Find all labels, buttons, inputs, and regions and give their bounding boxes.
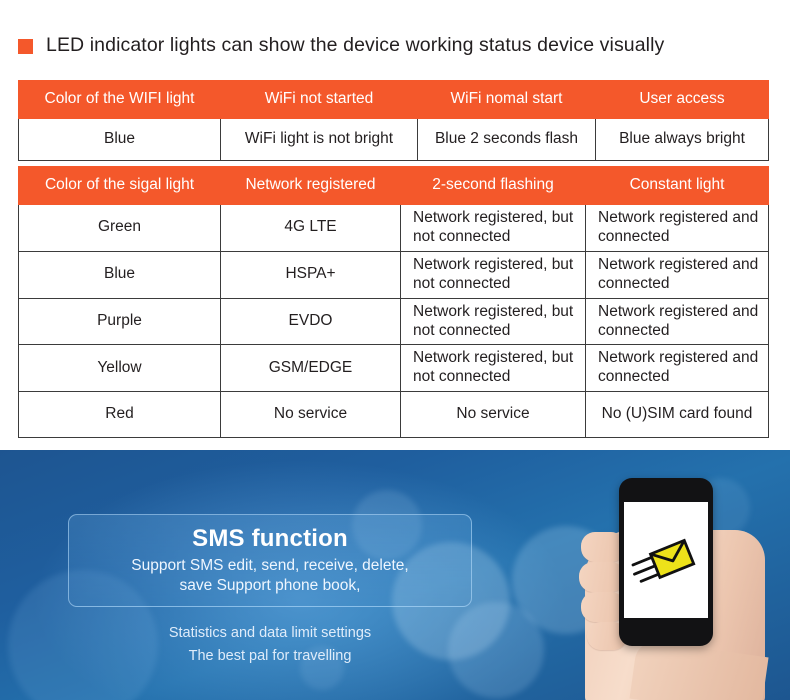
table-header-row: Color of the sigal light Network registe…	[18, 166, 769, 205]
cell-flashing: Network registered, but not connected	[400, 250, 586, 299]
cell-constant: Network registered and connected	[585, 344, 769, 393]
column-header-constant-light: Constant light	[585, 166, 769, 205]
section-heading: LED indicator lights can show the device…	[18, 34, 664, 57]
wifi-indicator-table: Color of the WIFI light WiFi not started…	[18, 80, 769, 161]
table-row: Blue WiFi light is not bright Blue 2 sec…	[18, 118, 769, 161]
cell-flashing: Network registered, but not connected	[400, 204, 586, 252]
column-header-network-registered: Network registered	[220, 166, 401, 205]
column-header-not-started: WiFi not started	[220, 80, 418, 119]
cell-normal-start: Blue 2 seconds flash	[417, 118, 596, 161]
page-title: LED indicator lights can show the device…	[46, 34, 665, 56]
column-header-signal-color: Color of the sigal light	[18, 166, 221, 205]
column-header-flashing: 2-second flashing	[400, 166, 586, 205]
column-header-user-access: User access	[595, 80, 769, 119]
cell-color: Green	[18, 204, 221, 252]
sms-feature-box: SMS function Support SMS edit, send, rec…	[68, 514, 472, 607]
column-header-wifi-color: Color of the WIFI light	[18, 80, 221, 119]
table-header-row: Color of the WIFI light WiFi not started…	[18, 80, 769, 119]
hand-holding-phone-illustration	[575, 478, 790, 700]
banner-footer-text: Statistics and data limit settings The b…	[68, 622, 472, 669]
sms-feature-desc-line1: Support SMS edit, send, receive, delete,	[131, 557, 409, 575]
cell-network: EVDO	[220, 297, 401, 346]
signal-indicator-table: Color of the sigal light Network registe…	[18, 166, 769, 439]
cell-constant: Network registered and connected	[585, 297, 769, 346]
table-row: Yellow GSM/EDGE Network registered, but …	[18, 344, 769, 393]
sms-feature-desc-line2: save Support phone book,	[179, 577, 361, 594]
banner-footer-line1: Statistics and data limit settings	[168, 625, 372, 641]
banner-footer-line2: The best pal for travelling	[188, 648, 352, 665]
cell-flashing: No service	[400, 391, 586, 439]
bullet-square-icon	[18, 39, 33, 54]
table-row: Red No service No service No (U)SIM card…	[18, 391, 769, 439]
envelope-icon	[631, 538, 696, 583]
sms-feature-title: SMS function	[192, 525, 348, 553]
cell-color: Blue	[18, 118, 221, 161]
table-row: Green 4G LTE Network registered, but not…	[18, 204, 769, 252]
smartphone-graphic	[619, 478, 713, 646]
cell-user-access: Blue always bright	[595, 118, 769, 161]
table-row: Purple EVDO Network registered, but not …	[18, 297, 769, 346]
sms-promo-banner: SMS function Support SMS edit, send, rec…	[0, 450, 790, 700]
cell-network: HSPA+	[220, 250, 401, 299]
phone-screen	[624, 502, 708, 618]
cell-network: No service	[220, 391, 401, 439]
page-root: LED indicator lights can show the device…	[0, 0, 790, 700]
cell-not-started: WiFi light is not bright	[220, 118, 418, 161]
cell-constant: Network registered and connected	[585, 250, 769, 299]
cell-network: GSM/EDGE	[220, 344, 401, 393]
column-header-normal-start: WiFi nomal start	[417, 80, 596, 119]
cell-constant: No (U)SIM card found	[585, 391, 769, 439]
cell-flashing: Network registered, but not connected	[400, 344, 586, 393]
cell-constant: Network registered and connected	[585, 204, 769, 252]
cell-color: Yellow	[18, 344, 221, 393]
table-row: Blue HSPA+ Network registered, but not c…	[18, 250, 769, 299]
cell-color: Blue	[18, 250, 221, 299]
cell-color: Red	[18, 391, 221, 439]
cell-flashing: Network registered, but not connected	[400, 297, 586, 346]
cell-color: Purple	[18, 297, 221, 346]
cell-network: 4G LTE	[220, 204, 401, 252]
